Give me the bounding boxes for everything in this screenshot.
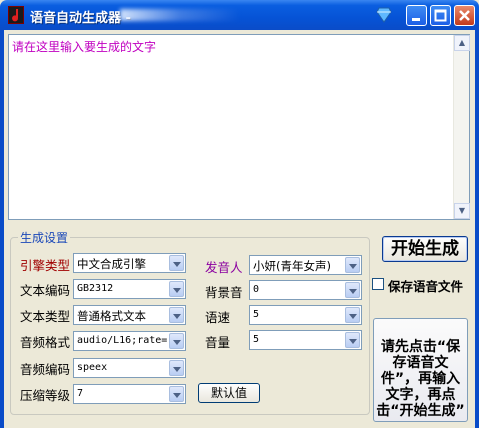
default-values-button[interactable]: 默认值 [198, 383, 260, 403]
speaker-select[interactable]: 小妍(青年女声) [249, 255, 362, 275]
audio-encoding-select[interactable]: speex [73, 358, 186, 378]
compression-level-select[interactable]: 7 [73, 384, 186, 404]
background-sound-select[interactable]: 0 [249, 280, 362, 300]
chevron-down-icon[interactable] [169, 333, 184, 349]
chevron-down-icon[interactable] [169, 281, 184, 297]
window-frame-right [475, 30, 479, 428]
save-audio-checkbox[interactable] [372, 278, 384, 290]
text-input-content: 请在这里输入要生成的文字 [12, 40, 157, 54]
close-button[interactable] [454, 5, 475, 26]
chevron-down-icon[interactable] [345, 332, 360, 348]
text-type-select[interactable]: 普通格式文本 [73, 305, 186, 325]
app-icon [8, 6, 24, 24]
title-blurred-region [120, 9, 240, 21]
speed-label: 语速 [205, 310, 231, 325]
text-encoding-select[interactable]: GB2312 [73, 279, 186, 299]
text-encoding-label: 文本编码 [20, 283, 71, 298]
audio-format-label: 音频格式 [20, 335, 71, 350]
chevron-down-icon[interactable] [169, 255, 184, 271]
minimize-button[interactable] [406, 5, 427, 26]
maximize-button[interactable] [430, 5, 451, 26]
start-generate-button[interactable]: 开始生成 [382, 236, 468, 262]
settings-group-title: 生成设置 [18, 229, 71, 246]
scroll-up-icon[interactable]: ▲ [454, 35, 470, 51]
save-audio-checkbox-label[interactable]: 保存语音文件 [388, 276, 463, 295]
vertical-scrollbar[interactable]: ▲ ▼ [453, 35, 470, 219]
chevron-down-icon[interactable] [345, 307, 360, 323]
chevron-down-icon[interactable] [169, 307, 184, 323]
scroll-down-icon[interactable]: ▼ [454, 203, 470, 219]
chevron-down-icon[interactable] [345, 257, 360, 273]
compression-level-label: 压缩等级 [20, 388, 71, 403]
instructions-button[interactable]: 请先点击“保存语音文件”，再输入文字，再点击“开始生成” [373, 318, 468, 422]
text-type-label: 文本类型 [20, 309, 71, 324]
background-sound-label: 背景音 [205, 285, 243, 300]
audio-encoding-label: 音频编码 [20, 362, 71, 377]
speaker-label: 发音人 [205, 260, 243, 275]
chevron-down-icon[interactable] [345, 282, 360, 298]
audio-format-select[interactable]: audio/L16;rate= [73, 331, 186, 351]
chevron-down-icon[interactable] [169, 386, 184, 402]
volume-label: 音量 [205, 335, 231, 350]
engine-type-label: 引擎类型 [20, 258, 71, 273]
skin-gem-icon[interactable] [376, 6, 392, 24]
text-input-area[interactable]: 请在这里输入要生成的文字 ▲ ▼ [8, 34, 470, 220]
window-title: 语音自动生成器 - [30, 11, 131, 26]
engine-type-select[interactable]: 中文合成引擎 [73, 253, 186, 273]
window-frame-left [0, 30, 4, 428]
chevron-down-icon[interactable] [169, 360, 184, 376]
speed-select[interactable]: 5 [249, 305, 362, 325]
volume-select[interactable]: 5 [249, 330, 362, 350]
